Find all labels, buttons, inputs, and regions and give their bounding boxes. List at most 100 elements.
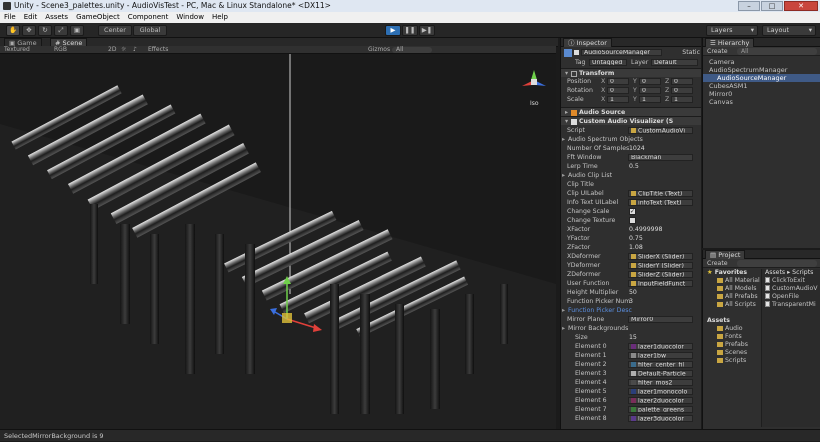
static-toggle[interactable]: Static [682,48,700,57]
material-field[interactable]: lazer3duocolor [628,415,693,422]
scale-z[interactable]: 1 [671,96,693,103]
menu-window[interactable]: Window [172,12,208,23]
field-label[interactable]: Audio Spectrum Objects [568,135,643,144]
hierarchy-item[interactable]: Canvas [709,98,733,106]
field-value[interactable]: 1024 [629,144,645,153]
step-button[interactable]: ▶❚ [419,25,435,36]
hierarchy-search-input[interactable]: All [737,48,817,55]
object-name-field[interactable]: AudioSourceManager [581,49,662,56]
field-value[interactable]: 0.5 [629,162,639,171]
foldout-arrow-icon[interactable]: ▸ [562,306,565,315]
hierarchy-item[interactable]: Camera [709,58,735,66]
foldout-arrow-icon[interactable]: ▸ [562,171,565,180]
position-z[interactable]: 0 [671,78,693,85]
field-label[interactable]: Audio Clip List [568,171,612,180]
scale-x[interactable]: 1 [607,96,629,103]
minimize-button[interactable]: – [738,1,760,11]
move-tool-icon[interactable]: ✥ [22,25,36,36]
favorite-item[interactable]: All Prefabs [717,293,758,301]
projection-label[interactable]: Iso [530,100,539,107]
scene-view[interactable]: Iso [0,54,556,429]
asset-folder[interactable]: Prefabs [717,341,748,349]
tag-dropdown[interactable]: Untagged [589,59,627,66]
layer-dropdown[interactable]: Default [651,59,698,66]
hierarchy-create-dropdown[interactable]: Create [707,47,728,56]
material-field[interactable]: lazer2duocolor [628,397,693,404]
menu-file[interactable]: File [0,12,20,23]
script-file[interactable]: ClickToExit [765,277,805,285]
field-value[interactable]: 1.08 [629,243,643,252]
transform-header[interactable]: ▾ Transform [561,68,701,77]
close-button[interactable]: ✕ [784,1,818,11]
object-field[interactable]: Mirror0 [628,316,693,323]
menu-component[interactable]: Component [124,12,173,23]
script-file[interactable]: TransparentMi [765,301,816,309]
favorite-item[interactable]: All Models [717,285,756,293]
assets-root-folder[interactable]: Assets [707,317,730,325]
shading-mode-dropdown[interactable]: Textured [4,46,30,54]
field-value[interactable]: 3 [629,297,633,306]
layout-dropdown[interactable]: Layout [762,25,816,36]
field-value[interactable]: 50 [629,288,637,297]
material-field[interactable]: lazer1duocolor [628,343,693,350]
foldout-arrow-icon[interactable]: ▸ [562,135,565,144]
effects-dropdown[interactable]: Effects [148,46,168,54]
object-field[interactable]: SliderY (Slider) [628,262,693,269]
hierarchy-item[interactable]: Mirror0 [709,90,732,98]
material-field[interactable]: filter_mos2 [628,379,693,386]
favorites-header[interactable]: ★ Favorites [707,269,747,277]
rotate-tool-icon[interactable]: ↻ [38,25,52,36]
menu-assets[interactable]: Assets [41,12,72,23]
hand-tool-icon[interactable]: ✋ [6,25,20,36]
field-value[interactable]: 0.75 [629,234,643,243]
object-field[interactable]: infoText (Text) [628,199,693,206]
pause-button[interactable]: ❚❚ [402,25,418,36]
material-field[interactable]: palette_greens [628,406,693,413]
script-file[interactable]: CustomAudioV [765,285,818,293]
project-search-input[interactable] [737,260,817,267]
object-field[interactable]: SliderX (Slider) [628,253,693,260]
hierarchy-item[interactable]: CubesASM1 [709,82,748,90]
hierarchy-item[interactable]: AudioSpectrumManager [709,66,787,74]
menu-edit[interactable]: Edit [20,12,42,23]
material-field[interactable]: lazer1bw [628,352,693,359]
pivot-toggle-button[interactable]: Center [98,25,132,36]
hierarchy-item[interactable]: AudioSourceManager [703,74,820,82]
scale-tool-icon[interactable]: ⤢ [54,25,68,36]
asset-folder[interactable]: Scripts [717,357,746,365]
material-field[interactable]: lazer1monocolo [628,388,693,395]
tab-project[interactable]: ▤ Project [705,250,746,259]
scale-y[interactable]: 1 [639,96,661,103]
2d-toggle-button[interactable]: 2D [108,46,116,54]
object-field[interactable]: InputFieldFunct [628,280,693,287]
object-field[interactable]: CustomAudioVi [628,127,693,134]
maximize-button[interactable]: □ [761,1,783,11]
object-field[interactable]: ClipTitle (Text) [628,190,693,197]
active-checkbox[interactable] [574,50,579,55]
rect-tool-icon[interactable]: ▣ [70,25,84,36]
object-field[interactable]: Blackman [628,154,693,161]
menu-gameobject[interactable]: GameObject [72,12,124,23]
space-toggle-button[interactable]: Global [133,25,167,36]
field-label[interactable]: Mirror Backgrounds [568,324,628,333]
project-create-dropdown[interactable]: Create [707,259,728,268]
material-field[interactable]: filter_center_fil [628,361,693,368]
tab-hierarchy[interactable]: ☰ Hierarchy [705,38,755,47]
position-x[interactable]: 0 [607,78,629,85]
tab-inspector[interactable]: ⓘ Inspector [563,38,612,47]
audio-source-header[interactable]: ▸ Audio Source [561,107,701,116]
light-toggle-icon[interactable]: ☼ [121,46,126,54]
project-breadcrumb[interactable]: Assets ▸ Scripts [765,269,813,277]
material-field[interactable]: Default-Particle [628,370,693,377]
favorite-item[interactable]: All Material [717,277,760,285]
field-checkbox[interactable] [629,217,636,224]
field-value[interactable]: 0.4999998 [629,225,662,234]
audio-toggle-icon[interactable]: ♪ [133,46,137,54]
gizmos-dropdown[interactable]: Gizmos [368,46,390,54]
scene-search-input[interactable]: All [392,47,432,53]
rotation-z[interactable]: 0 [671,87,693,94]
asset-folder[interactable]: Scenes [717,349,747,357]
field-value[interactable]: 15 [629,333,637,342]
object-field[interactable]: SliderZ (Slider) [628,271,693,278]
foldout-arrow-icon[interactable]: ▸ [562,324,565,333]
